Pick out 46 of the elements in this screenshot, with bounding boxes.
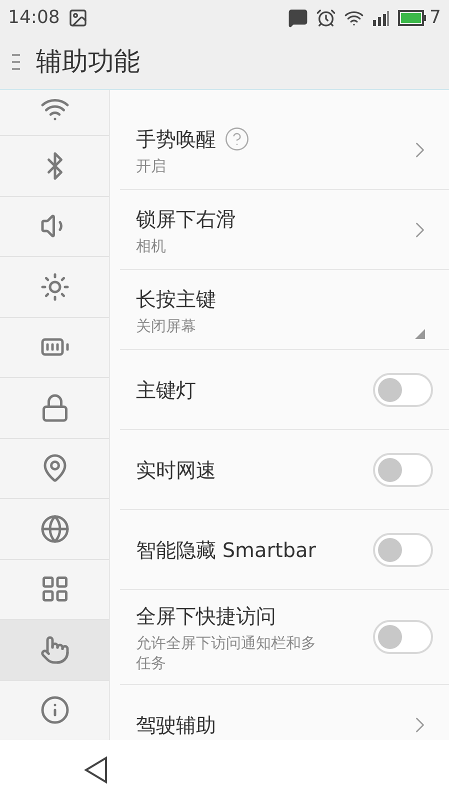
globe-icon [40, 514, 70, 544]
help-icon[interactable] [224, 126, 250, 152]
sidebar-item[interactable] [0, 196, 109, 257]
toggle-switch[interactable] [373, 452, 433, 486]
setting-description: 关闭屏幕 [136, 316, 197, 336]
sidebar-item[interactable] [0, 560, 109, 620]
page-title: 辅助功能 [36, 46, 140, 78]
toggle-switch[interactable] [373, 620, 433, 654]
setting-title: 主键灯 [136, 376, 196, 404]
dropdown-corner-icon [415, 329, 425, 339]
menu-icon[interactable] [12, 53, 20, 71]
settings-row[interactable]: 长按主键 关闭屏幕 [120, 270, 449, 350]
setting-title: 驾驶辅助 [136, 712, 216, 738]
setting-description: 允许全屏下访问通知栏和多任务 [136, 633, 317, 673]
setting-description: 开启 [136, 156, 167, 176]
lock-icon [40, 392, 70, 423]
sidebar-item[interactable] [0, 620, 109, 680]
image-icon [68, 8, 88, 28]
setting-title: 智能隐藏 Smartbar [136, 536, 316, 564]
setting-description: 相机 [136, 236, 167, 256]
settings-row[interactable]: 全屏下快捷访问 允许全屏下访问通知栏和多任务 [120, 590, 449, 685]
settings-row[interactable]: 实时网速 [120, 430, 449, 510]
sun-icon [40, 272, 70, 302]
settings-row[interactable]: 主键灯 [120, 350, 449, 430]
setting-title: 手势唤醒 [136, 126, 216, 152]
setting-title: 全屏下快捷访问 [136, 603, 276, 630]
battery-icon [398, 10, 426, 26]
setting-title: 实时网速 [136, 456, 216, 484]
status-time: 14:08 [8, 6, 60, 30]
hand-pointer-icon [40, 634, 70, 665]
toggle-switch[interactable] [373, 532, 433, 566]
back-icon[interactable] [84, 756, 108, 784]
settings-row[interactable]: 锁屏下右滑 相机 [120, 190, 449, 270]
message-icon [288, 8, 308, 28]
info-icon [40, 695, 70, 726]
settings-row[interactable]: 手势唤醒 开启 [120, 110, 449, 190]
sidebar-item[interactable] [0, 438, 109, 499]
sidebar-item[interactable] [0, 318, 109, 378]
alarm-clock-icon [316, 8, 336, 28]
cell-signal-icon [372, 10, 390, 26]
battery-level: 7 [430, 6, 441, 30]
setting-title: 长按主键 [136, 286, 216, 312]
setting-title: 锁屏下右滑 [136, 206, 236, 232]
toggle-switch[interactable] [373, 372, 433, 406]
settings-row[interactable]: 智能隐藏 Smartbar [120, 510, 449, 590]
grid-icon [40, 574, 70, 604]
